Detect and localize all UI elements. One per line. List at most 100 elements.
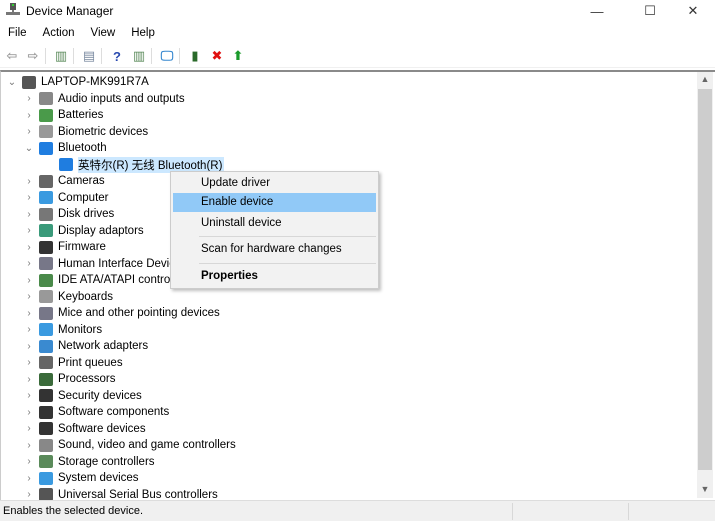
tree-item-label: Security devices — [58, 389, 142, 402]
expand-chevron-right-icon[interactable]: › — [23, 110, 35, 121]
tree-category-item[interactable]: › Mice and other pointing devices — [23, 305, 220, 322]
status-divider — [512, 503, 513, 520]
tree-item-label: Print queues — [58, 356, 123, 369]
context-menu-item-update-driver[interactable]: Update driver — [173, 174, 376, 193]
expand-chevron-right-icon[interactable]: › — [23, 308, 35, 319]
expand-chevron-right-icon[interactable]: › — [23, 423, 35, 434]
expand-chevron-right-icon[interactable]: › — [23, 242, 35, 253]
tree-category-item[interactable]: › Keyboards — [23, 289, 113, 306]
tree-item-label: Firmware — [58, 241, 106, 254]
tree-category-item[interactable]: › Universal Serial Bus controllers — [23, 487, 218, 500]
expand-chevron-right-icon[interactable]: › — [23, 324, 35, 335]
device-category-icon — [39, 306, 53, 320]
device-category-icon — [39, 125, 53, 139]
tree-item-label: Audio inputs and outputs — [58, 92, 185, 105]
device-category-icon — [39, 290, 53, 304]
menu-file[interactable]: File — [0, 26, 35, 44]
tree-root-computer[interactable]: ⌄ LAPTOP-MK991R7A — [6, 74, 149, 91]
tree-category-item[interactable]: › Computer — [23, 190, 109, 207]
scan-hardware-icon[interactable]: 🖵 — [158, 47, 176, 65]
expand-chevron-right-icon[interactable]: › — [23, 209, 35, 220]
tree-category-item[interactable]: › System devices — [23, 470, 139, 487]
menu-help[interactable]: Help — [123, 26, 163, 44]
scroll-up-icon[interactable]: ▲ — [697, 74, 713, 84]
expand-chevron-right-icon[interactable]: › — [23, 374, 35, 385]
tree-category-item[interactable]: › Audio inputs and outputs — [23, 91, 185, 108]
tree-category-item[interactable]: › Network adapters — [23, 338, 148, 355]
expand-chevron-right-icon[interactable]: › — [23, 440, 35, 451]
tree-category-item[interactable]: › Human Interface Devices — [23, 256, 187, 273]
close-button[interactable]: ✕ — [670, 0, 715, 22]
menu-separator — [199, 236, 376, 237]
expand-chevron-right-icon[interactable]: › — [23, 489, 35, 500]
scrollbar-thumb[interactable] — [698, 89, 712, 470]
expand-chevron-right-icon[interactable]: › — [23, 456, 35, 467]
properties-icon[interactable]: ▤ — [80, 47, 98, 65]
context-menu-item-scan-for-hardware-changes[interactable]: Scan for hardware changes — [173, 240, 376, 259]
tree-category-item[interactable]: ⌄ Bluetooth — [23, 140, 107, 157]
device-category-icon — [22, 75, 36, 89]
uninstall-icon[interactable]: ✖ — [208, 47, 226, 65]
enable-device-icon[interactable]: ⬆ — [229, 47, 247, 65]
tree-item-label: LAPTOP-MK991R7A — [41, 76, 149, 89]
device-category-icon — [39, 141, 53, 155]
expand-chevron-right-icon[interactable]: › — [23, 341, 35, 352]
device-category-icon — [39, 356, 53, 370]
expand-chevron-down-icon[interactable]: ⌄ — [23, 143, 35, 154]
tree-category-item[interactable]: › Software devices — [23, 421, 146, 438]
expand-chevron-right-icon[interactable]: › — [23, 357, 35, 368]
tree-category-item[interactable]: › Sound, video and game controllers — [23, 437, 236, 454]
tree-category-item[interactable]: › Cameras — [23, 173, 105, 190]
device-category-icon — [39, 372, 53, 386]
forward-arrow-icon[interactable]: ⇨ — [24, 47, 42, 65]
device-category-icon — [39, 240, 53, 254]
expand-chevron-right-icon[interactable]: › — [23, 291, 35, 302]
menu-view[interactable]: View — [83, 26, 124, 44]
expand-chevron-right-icon[interactable]: › — [23, 93, 35, 104]
maximize-button[interactable]: ☐ — [627, 0, 673, 22]
window-title: Device Manager — [26, 4, 114, 18]
tree-category-item[interactable]: › Print queues — [23, 355, 123, 372]
update-driver-icon[interactable]: ▮ — [186, 47, 204, 65]
tree-category-item[interactable]: › Batteries — [23, 107, 103, 124]
show-hide-console-tree-icon[interactable]: ▥ — [52, 47, 70, 65]
context-menu-item-properties[interactable]: Properties — [173, 267, 376, 286]
expand-chevron-right-icon[interactable]: › — [23, 258, 35, 269]
back-arrow-icon[interactable]: ⇦ — [3, 47, 21, 65]
scroll-down-icon[interactable]: ▼ — [697, 484, 713, 494]
toolbar-separator — [101, 48, 102, 64]
tree-category-item[interactable]: › Monitors — [23, 322, 102, 339]
toolbar-separator — [179, 48, 180, 64]
device-category-icon — [39, 471, 53, 485]
tree-item-label: System devices — [58, 472, 139, 485]
expand-chevron-right-icon[interactable]: › — [23, 176, 35, 187]
context-menu: Update driver Enable device Uninstall devi… — [170, 171, 379, 289]
minimize-button[interactable]: — — [574, 0, 620, 22]
expand-chevron-right-icon[interactable]: › — [23, 390, 35, 401]
action-pane-icon[interactable]: ▥ — [130, 47, 148, 65]
tree-category-item[interactable]: › Biometric devices — [23, 124, 148, 141]
tree-category-item[interactable]: › Storage controllers — [23, 454, 155, 471]
status-divider — [628, 503, 629, 520]
expand-chevron-right-icon[interactable]: › — [23, 192, 35, 203]
context-menu-item-uninstall-device[interactable]: Uninstall device — [173, 214, 376, 233]
tree-category-item[interactable]: › Software components — [23, 404, 169, 421]
tree-category-item[interactable]: › Disk drives — [23, 206, 114, 223]
tree-category-item[interactable]: › Display adaptors — [23, 223, 144, 240]
tree-category-item[interactable]: › IDE ATA/ATAPI controllers — [23, 272, 191, 289]
device-category-icon — [39, 405, 53, 419]
menu-action[interactable]: Action — [35, 26, 83, 44]
context-menu-item-enable-device[interactable]: Enable device — [173, 193, 376, 212]
expand-chevron-right-icon[interactable]: › — [23, 407, 35, 418]
expand-chevron-right-icon[interactable]: › — [23, 473, 35, 484]
expand-chevron-down-icon[interactable]: ⌄ — [6, 77, 18, 88]
tree-category-item[interactable]: › Processors — [23, 371, 116, 388]
vertical-scrollbar[interactable]: ▲ ▼ — [697, 72, 713, 498]
expand-chevron-right-icon[interactable]: › — [23, 126, 35, 137]
help-icon[interactable]: ? — [108, 47, 126, 65]
expand-chevron-right-icon[interactable]: › — [23, 275, 35, 286]
expand-chevron-right-icon[interactable]: › — [23, 225, 35, 236]
tree-category-item[interactable]: › Firmware — [23, 239, 106, 256]
tree-category-item[interactable]: › Security devices — [23, 388, 142, 405]
device-category-icon — [59, 158, 73, 172]
